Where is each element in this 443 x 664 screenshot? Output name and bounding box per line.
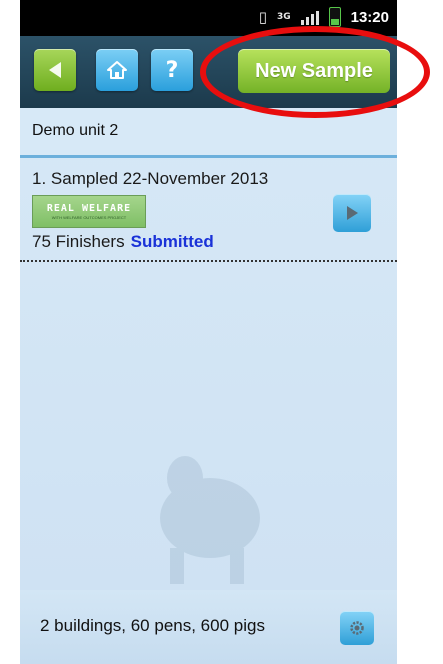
logo-subtext: WITH WELFARE OUTCOMES PROJECT — [51, 215, 127, 220]
status-badge: Submitted — [130, 232, 214, 251]
main-content: Demo unit 2 1. Sampled 22-November 2013 … — [20, 108, 397, 590]
home-icon — [107, 61, 127, 79]
vibrate-icon: ▯ — [258, 8, 267, 26]
toolbar: ? New Sample — [20, 36, 397, 108]
footer-bar: 2 buildings, 60 pens, 600 pigs — [20, 590, 397, 664]
signal-icon — [300, 9, 319, 25]
back-button[interactable] — [34, 49, 76, 91]
home-button[interactable] — [96, 49, 138, 91]
open-sample-button[interactable] — [333, 194, 371, 232]
real-welfare-logo: REAL WELFARE WITH WELFARE OUTCOMES PROJE… — [32, 195, 146, 228]
sample-list-item[interactable]: 1. Sampled 22-November 2013 REAL WELFARE… — [20, 158, 397, 262]
phone-screen: ▯ 3G 13:20 ? New Sample Demo unit 2 1. S… — [20, 0, 397, 664]
finishers-count: 75 Finishers — [32, 232, 125, 251]
unit-title: Demo unit 2 — [32, 122, 119, 139]
help-icon: ? — [165, 57, 179, 83]
play-icon — [347, 206, 358, 220]
status-time: 13:20 — [350, 8, 389, 26]
unit-header: Demo unit 2 — [20, 108, 397, 158]
back-arrow-icon — [49, 62, 61, 78]
battery-icon — [328, 7, 341, 27]
status-bar: ▯ 3G 13:20 — [20, 0, 397, 36]
pig-watermark-icon — [160, 456, 260, 584]
unit-summary: 2 buildings, 60 pens, 600 pigs — [40, 616, 265, 635]
gear-icon — [350, 621, 364, 635]
new-sample-button[interactable]: New Sample — [238, 49, 390, 93]
settings-button[interactable] — [340, 611, 374, 645]
network-type-icon: 3G — [276, 12, 291, 22]
sample-status-line: 75 Finishers Submitted — [32, 232, 214, 252]
help-button[interactable]: ? — [151, 49, 193, 91]
sample-title: 1. Sampled 22-November 2013 — [32, 169, 269, 188]
logo-text: REAL WELFARE — [46, 203, 132, 214]
